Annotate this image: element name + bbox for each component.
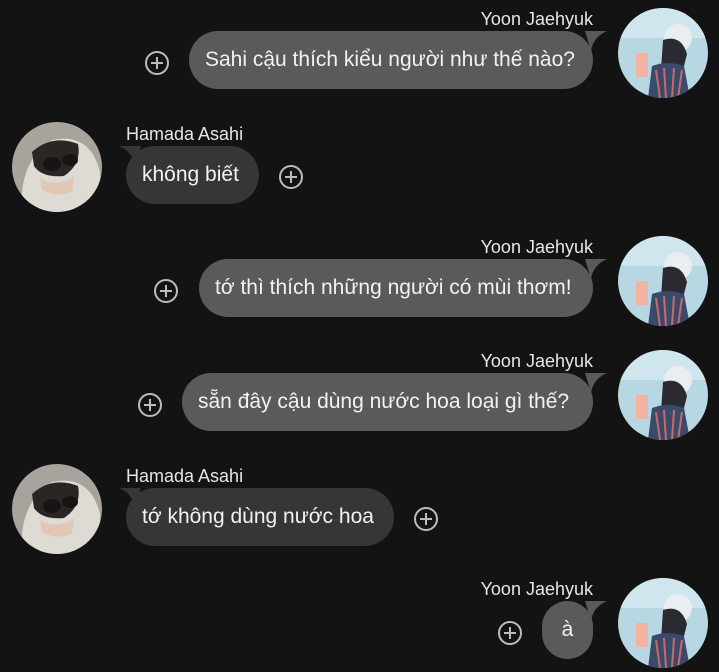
message-bubble[interactable]: à	[542, 601, 593, 659]
add-reaction-icon[interactable]	[145, 51, 169, 75]
sender-name: Hamada Asahi	[126, 466, 244, 486]
avatar[interactable]	[618, 236, 708, 326]
add-reaction-icon[interactable]	[154, 279, 178, 303]
sender-name: Yoon Jaehyuk	[480, 9, 593, 29]
avatar[interactable]	[618, 578, 708, 668]
message-bubble[interactable]: không biết	[126, 146, 259, 204]
avatar[interactable]	[618, 350, 708, 440]
sender-name: Hamada Asahi	[126, 124, 244, 144]
avatar[interactable]	[12, 464, 102, 554]
message-bubble[interactable]: tớ thì thích những người có mùi thơm!	[199, 259, 593, 317]
avatar[interactable]	[12, 122, 102, 212]
avatar-hamada-asahi-image	[12, 464, 102, 554]
avatar-yoon-jaehyuk-image	[618, 578, 708, 668]
message-row: Hamada Asahi tớ không dùng nước hoa	[0, 457, 719, 567]
message-bubble[interactable]: tớ không dùng nước hoa	[126, 488, 394, 546]
avatar-yoon-jaehyuk-image	[618, 350, 708, 440]
add-reaction-icon[interactable]	[138, 393, 162, 417]
avatar-yoon-jaehyuk-image	[618, 236, 708, 326]
message-row: Yoon Jaehyuk sẵn đây cậu dùng nước hoa l…	[0, 342, 719, 452]
message-bubble[interactable]: sẵn đây cậu dùng nước hoa loại gì thế?	[182, 373, 593, 431]
avatar-hamada-asahi-image	[12, 122, 102, 212]
sender-name: Yoon Jaehyuk	[480, 351, 593, 371]
sender-name: Yoon Jaehyuk	[480, 579, 593, 599]
message-row: Yoon Jaehyuk Sahi cậu thích kiểu người n…	[0, 0, 719, 110]
sender-name: Yoon Jaehyuk	[480, 237, 593, 257]
add-reaction-icon[interactable]	[279, 165, 303, 189]
avatar-yoon-jaehyuk-image	[618, 8, 708, 98]
avatar[interactable]	[618, 8, 708, 98]
add-reaction-icon[interactable]	[498, 621, 522, 645]
add-reaction-icon[interactable]	[414, 507, 438, 531]
message-row: Hamada Asahi không biết	[0, 115, 719, 225]
message-row: Yoon Jaehyuk à	[0, 570, 719, 672]
message-bubble[interactable]: Sahi cậu thích kiểu người như thế nào?	[189, 31, 593, 89]
message-row: Yoon Jaehyuk tớ thì thích những người có…	[0, 228, 719, 338]
